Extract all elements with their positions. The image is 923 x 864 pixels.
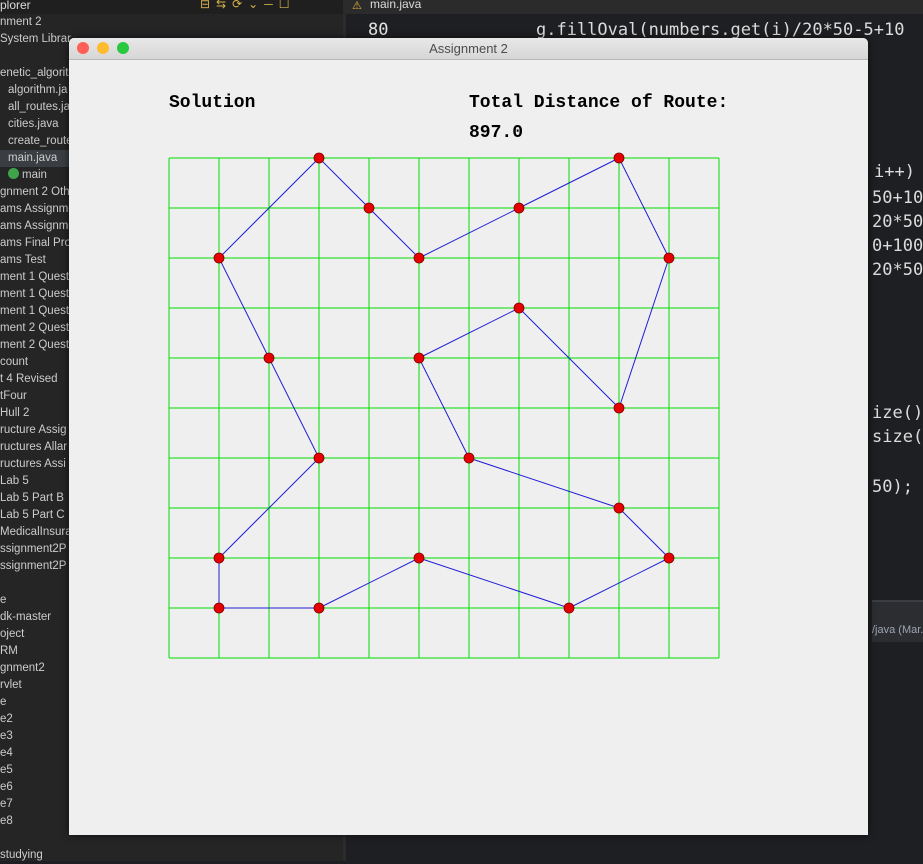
explorer-item-label: Lab 5 bbox=[0, 475, 29, 487]
explorer-item-label: tFour bbox=[0, 390, 27, 402]
explorer-item-label: e4 bbox=[0, 747, 13, 759]
city-marker bbox=[313, 452, 325, 464]
explorer-item-label: ssignment2P bbox=[0, 560, 67, 572]
explorer-item-label: ructures Allar bbox=[0, 441, 68, 453]
explorer-item-label: e3 bbox=[0, 730, 13, 742]
explorer-item-label: e2 bbox=[0, 713, 13, 725]
code-fragment[interactable]: 50); bbox=[872, 477, 913, 497]
explorer-item-label: Lab 5 Part B bbox=[0, 492, 64, 504]
city-marker bbox=[513, 202, 525, 214]
explorer-item-label: dk-master bbox=[0, 611, 52, 623]
code-fragment[interactable]: 50+100 bbox=[872, 188, 923, 208]
explorer-tab-title[interactable]: plorer bbox=[0, 0, 31, 12]
explorer-item-label: e7 bbox=[0, 798, 13, 810]
city-marker bbox=[613, 402, 625, 414]
editor-tab-bar: ⚠ main.java bbox=[346, 0, 923, 14]
explorer-item-label: Lab 5 Part C bbox=[0, 509, 65, 521]
explorer-item-label: e bbox=[0, 696, 7, 708]
explorer-item-label: rvlet bbox=[0, 679, 22, 691]
route-edge bbox=[318, 157, 370, 209]
explorer-item-label: ams Final Proj bbox=[0, 237, 74, 249]
explorer-item-label: ment 2 Questi bbox=[0, 339, 72, 351]
explorer-item-label: RM bbox=[0, 645, 18, 657]
explorer-item-label: e bbox=[0, 594, 7, 606]
city-marker bbox=[413, 352, 425, 364]
city-marker bbox=[413, 552, 425, 564]
city-marker bbox=[313, 602, 325, 614]
explorer-item-label: cities.java bbox=[8, 118, 59, 130]
city-marker bbox=[613, 152, 625, 164]
explorer-item-label: ssignment2P bbox=[0, 543, 67, 555]
explorer-item-label: nment 2 bbox=[0, 16, 42, 28]
explorer-tab-bar: plorer ⊟⇆⟳⌄─☐ bbox=[0, 0, 343, 14]
explorer-item-label: System Librar bbox=[0, 33, 71, 45]
route-canvas bbox=[168, 152, 720, 659]
console-panel-label[interactable]: /java (Mar. bbox=[872, 624, 923, 636]
explorer-item[interactable]: nment 2 bbox=[0, 14, 343, 31]
city-marker bbox=[413, 252, 425, 264]
code-fragment[interactable]: 20*50- bbox=[872, 212, 923, 232]
explorer-item-label: e5 bbox=[0, 764, 13, 776]
route-edge bbox=[618, 507, 670, 559]
city-marker bbox=[213, 602, 225, 614]
explorer-item[interactable]: studying bbox=[0, 847, 343, 864]
line-number: 80 bbox=[368, 20, 389, 40]
city-marker bbox=[363, 202, 375, 214]
explorer-item-label: algorithm.ja bbox=[8, 84, 68, 96]
route-edge bbox=[418, 557, 570, 609]
explorer-item-label: MedicalInsura bbox=[0, 526, 72, 538]
explorer-item-label: all_routes.ja bbox=[8, 101, 71, 113]
city-marker bbox=[513, 302, 525, 314]
explorer-item-label: enetic_algorit bbox=[0, 67, 69, 79]
city-marker bbox=[213, 252, 225, 264]
route-edge bbox=[618, 257, 670, 409]
explorer-item-label: e6 bbox=[0, 781, 13, 793]
route-edge bbox=[468, 457, 620, 509]
explorer-item-label: gnment2 bbox=[0, 662, 45, 674]
city-marker bbox=[663, 552, 675, 564]
code-fragment[interactable]: size() bbox=[872, 427, 923, 447]
city-marker bbox=[313, 152, 325, 164]
explorer-item-label: e8 bbox=[0, 815, 13, 827]
explorer-item-label: studying bbox=[0, 849, 43, 861]
explorer-toolbar-icons[interactable]: ⊟⇆⟳⌄─☐ bbox=[200, 0, 295, 11]
app-window: Assignment 2 Solution Total Distance of … bbox=[69, 38, 868, 835]
route-edge bbox=[368, 207, 420, 259]
explorer-item-label: ructures Assi bbox=[0, 458, 66, 470]
console-panel: /java (Mar. bbox=[872, 600, 923, 642]
city-marker bbox=[613, 502, 625, 514]
city-marker bbox=[263, 352, 275, 364]
explorer-item-label: t 4 Revised bbox=[0, 373, 58, 385]
explorer-item-label: count bbox=[0, 356, 29, 368]
explorer-item-label: ams Assignme bbox=[0, 203, 75, 215]
city-marker bbox=[663, 252, 675, 264]
code-fragment[interactable]: 0+100, bbox=[872, 236, 923, 256]
explorer-item-label: create_route bbox=[8, 135, 73, 147]
city-marker bbox=[563, 602, 575, 614]
explorer-item-label: gnment 2 Oth bbox=[0, 186, 70, 198]
explorer-item-label: ams Assignme bbox=[0, 220, 75, 232]
explorer-item-label: main bbox=[22, 169, 47, 181]
explorer-item-label: ams Test bbox=[0, 254, 46, 266]
editor-tab-main-java[interactable]: main.java bbox=[370, 0, 421, 11]
code-fragment[interactable]: 20*50- bbox=[872, 260, 923, 280]
explorer-item-label: ment 2 Questi bbox=[0, 322, 72, 334]
explorer-item-label: Hull 2 bbox=[0, 407, 30, 419]
explorer-item-label: ment 1 Questi bbox=[0, 305, 72, 317]
city-marker bbox=[463, 452, 475, 464]
code-fragment[interactable]: i++) bbox=[874, 162, 915, 182]
code-line-main[interactable]: g.fillOval(numbers.get(i)/20*50-5+10 bbox=[536, 20, 904, 40]
java-class-icon bbox=[8, 168, 19, 179]
explorer-item-label: oject bbox=[0, 628, 25, 640]
explorer-item-label: ment 1 Questi bbox=[0, 271, 72, 283]
explorer-item-label: ment 1 Questi bbox=[0, 288, 72, 300]
code-fragment[interactable]: ize()- bbox=[872, 403, 923, 423]
city-marker bbox=[213, 552, 225, 564]
explorer-item-label: ructure Assig bbox=[0, 424, 67, 436]
warning-icon: ⚠ bbox=[352, 0, 362, 12]
explorer-item-label: main.java bbox=[8, 152, 58, 164]
